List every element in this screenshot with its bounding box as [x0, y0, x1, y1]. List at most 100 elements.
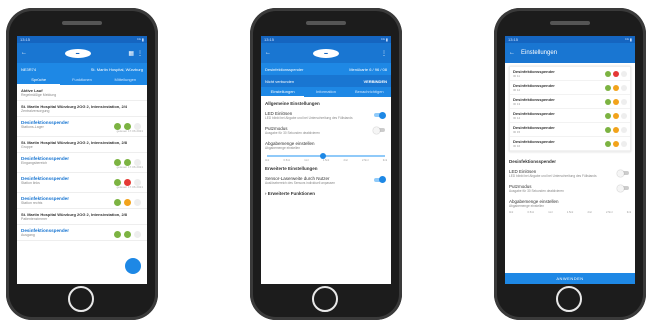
setting-sensor: Sensor-Laserweite durch Nutzer Auslösebe…	[261, 173, 391, 188]
status-icons: ⁶ᴳ ▮	[625, 37, 632, 42]
page-title: Einstellungen	[521, 50, 558, 56]
device-card: Desinfektionsspender ID 11 Desinfektionss…	[509, 66, 631, 152]
status-icons: ⁶ᴳ ▮	[137, 37, 144, 42]
tick: 3ml	[626, 211, 631, 214]
tab-mitteilungen[interactable]: Mitteilungen	[104, 75, 147, 85]
connect-button[interactable]: VERBINDEN	[363, 79, 387, 84]
chevron-right-icon: ›	[265, 190, 267, 196]
apply-button[interactable]: ANWENDEN	[505, 273, 635, 284]
tick: 2ml	[343, 158, 348, 162]
item-title: St. Martin Hospital Würzburg 2OG 2, Inte…	[21, 140, 128, 145]
section-title: Allgemeine Einstellungen	[265, 101, 320, 106]
connection-status: Nicht verbunden	[265, 78, 295, 84]
item-sub: Patientenzimmer	[21, 217, 48, 221]
back-arrow-icon[interactable]: ←	[265, 50, 271, 56]
putzmodus-toggle[interactable]	[617, 184, 629, 192]
status-bar: 13:15 ⁶ᴳ ▮	[17, 36, 147, 43]
list-item[interactable]: Aktive Lauf Regelmäßige Meldung	[17, 85, 147, 101]
status-bar: 13:15 ⁶ᴳ ▮	[261, 36, 391, 43]
status-dots	[114, 231, 141, 238]
setting-desc: Abgabemenge einstellen	[509, 204, 545, 208]
status-dots	[605, 84, 627, 91]
connection-bar: Nicht verbunden VERBINDEN	[261, 75, 391, 87]
device-item[interactable]: Desinfektionsspender ID 13	[510, 95, 630, 109]
setting-desc: LED blinkt bei Abgabe und bei Unterschre…	[509, 174, 597, 178]
abgabe-slider[interactable]	[267, 153, 385, 158]
list-item[interactable]: Desinfektionsspender Station rechts	[17, 193, 147, 209]
status-time: 13:15	[264, 37, 275, 42]
setting-led: LED Einlösen LED blinkt bei Abgabe und b…	[261, 108, 391, 123]
list-item[interactable]: Desinfektionsspender Station links geles…	[17, 173, 147, 193]
list-item[interactable]: St. Martin Hospital Würzburg 2OG 2, Inte…	[17, 137, 147, 153]
list-item[interactable]: Desinfektionsspender Ausgang	[17, 225, 147, 241]
tab-benachrichtigen[interactable]: Benachrichtigen	[348, 87, 391, 97]
tab-sprueche[interactable]: Sprüche	[17, 75, 61, 85]
status-dots	[605, 98, 627, 105]
phone-multi-settings: 13:15 ⁶ᴳ ▮ ← Einstellungen Desinfektions…	[494, 8, 646, 320]
screen-settings: 13:15 ⁶ᴳ ▮ ← ▬ ⋮ Desinfektionsspender Me…	[261, 36, 391, 284]
section-title: Erweiterte Einstellungen	[265, 165, 318, 171]
tick: 2ml	[587, 211, 592, 214]
putzmodus-toggle[interactable]	[373, 126, 385, 134]
device-item[interactable]: Desinfektionsspender ID 11	[510, 67, 630, 81]
more-icon[interactable]: ⋮	[381, 50, 387, 57]
location-name: St. Martin Hospital, Würzburg	[90, 66, 143, 72]
tick: 0.5ml	[527, 211, 534, 214]
led-toggle[interactable]	[617, 169, 629, 177]
setting-desc: LED blinkt bei Abgabe und bei Unterschre…	[265, 116, 353, 120]
more-icon[interactable]: ⋮	[137, 50, 143, 57]
device-item[interactable]: Desinfektionsspender ID 15	[510, 123, 630, 137]
tick: 3ml	[382, 158, 387, 162]
tick: 1.5ml	[566, 211, 574, 214]
screen-multi-settings: 13:15 ⁶ᴳ ▮ ← Einstellungen Desinfektions…	[505, 36, 635, 284]
back-arrow-icon[interactable]: ←	[509, 50, 515, 56]
back-arrow-icon[interactable]: ←	[21, 50, 27, 56]
setting-led: LED Einlösen LED blinkt bei Abgabe und b…	[505, 166, 635, 181]
app-bar: ← ▬ ▦ ⋮	[17, 43, 147, 63]
add-button[interactable]	[125, 258, 141, 274]
speaker	[550, 21, 590, 25]
device-bar: Desinfektionsspender Menükarte 6 / 96 / …	[261, 63, 391, 75]
setting-title: Sensor-Laserweite durch Nutzer	[265, 175, 330, 181]
tab-einstellungen[interactable]: Einstellungen	[261, 87, 305, 97]
device-id: NE3R74	[21, 66, 37, 72]
status-bar: 13:15 ⁶ᴳ ▮	[505, 36, 635, 43]
home-button[interactable]	[312, 286, 338, 312]
status-dots	[605, 140, 627, 147]
setting-abgabe: Abgabemenge einstellen Abgabemenge einst…	[505, 196, 635, 211]
item-sub: ID 14	[513, 116, 521, 120]
setting-abgabe: Abgabemenge einstellen Abgabemenge einst…	[261, 138, 391, 153]
expand-advanced[interactable]: › Erweiterte Funktionen	[261, 188, 391, 199]
status-dots	[114, 123, 141, 130]
tab-bar: Sprüche Funktionen Mitteilungen	[17, 75, 147, 85]
list-item[interactable]: St. Martin Hospital Würzburg 2OG 2, Inte…	[17, 101, 147, 117]
tab-information[interactable]: Information	[304, 87, 347, 97]
status-dots	[605, 70, 627, 77]
item-sub: Regelmäßige Meldung	[21, 93, 57, 97]
device-info: Menükarte 6 / 96 / 08	[349, 66, 387, 72]
list-item[interactable]: Desinfektionsspender Stations-Lager gele…	[17, 117, 147, 137]
expand-label: Erweiterte Funktionen	[267, 190, 316, 196]
section-title: Desinfektionsspender	[509, 159, 557, 164]
status-dots	[114, 179, 141, 186]
home-button[interactable]	[68, 286, 94, 312]
tab-funktionen[interactable]: Funktionen	[60, 75, 103, 85]
phone-list: 13:15 ⁶ᴳ ▮ ← ▬ ▦ ⋮ NE3R74 St. Martin Hos…	[6, 8, 158, 320]
sensor-toggle[interactable]	[374, 176, 386, 183]
tick: 0ml	[509, 211, 514, 214]
tick: 2.5ml	[606, 211, 613, 214]
setting-desc: Abgabemenge einstellen	[265, 146, 301, 150]
home-button[interactable]	[556, 286, 582, 312]
location-bar: NE3R74 St. Martin Hospital, Würzburg	[17, 63, 147, 75]
device-item[interactable]: Desinfektionsspender ID 12	[510, 81, 630, 95]
item-sub: Gruppe	[21, 145, 33, 149]
list-item[interactable]: Desinfektionsspender Eingangsbereich gel…	[17, 153, 147, 173]
led-toggle[interactable]	[374, 111, 386, 119]
setting-desc: Auslösebereich des Sensors individuell a…	[265, 180, 335, 185]
grid-icon[interactable]: ▦	[128, 50, 134, 57]
brand-logo: ▬	[64, 48, 91, 58]
device-item[interactable]: Desinfektionsspender ID 14	[510, 109, 630, 123]
device-item[interactable]: Desinfektionsspender ID 16	[510, 137, 630, 151]
item-sub: ID 15	[513, 130, 521, 134]
list-item[interactable]: St. Martin Hospital Würzburg 2OG 2, Inte…	[17, 209, 147, 225]
